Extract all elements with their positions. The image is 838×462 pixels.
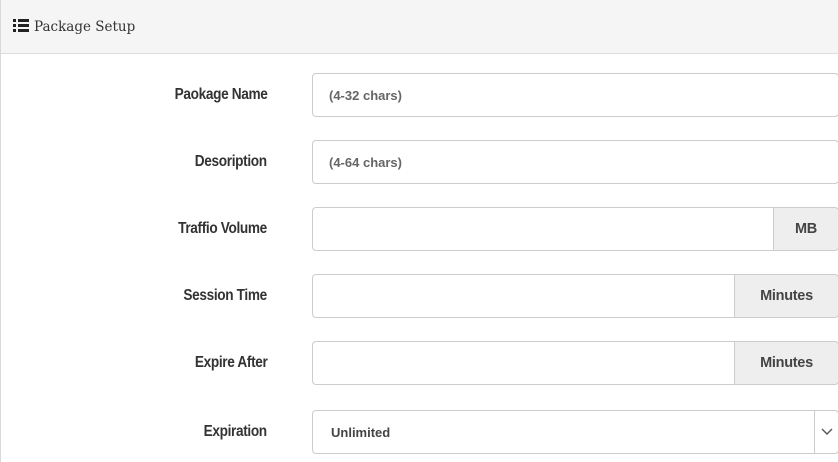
traffic-volume-unit: MB — [774, 207, 838, 251]
session-time-label: Session Time — [183, 287, 268, 304]
package-name-row: Paokage Name — [1, 73, 838, 117]
package-name-label: Paokage Name — [174, 86, 267, 103]
session-time-unit: Minutes — [735, 274, 838, 318]
description-label: Desoription — [195, 153, 267, 170]
session-time-input[interactable] — [312, 274, 735, 318]
list-icon — [13, 19, 29, 32]
session-time-row: Session Time Minutes — [1, 274, 838, 318]
expiration-select[interactable]: Unlimited — [312, 410, 838, 454]
traffic-volume-label: Traffio Volume — [178, 220, 267, 237]
package-name-input[interactable] — [312, 73, 838, 117]
traffic-volume-input[interactable] — [312, 207, 774, 251]
traffic-volume-row: Traffio Volume MB — [1, 207, 838, 251]
package-setup-panel: Package Setup Paokage Name Desoription T… — [0, 0, 838, 462]
description-input[interactable] — [312, 140, 838, 184]
expiration-row: Expiration Unlimited — [1, 410, 838, 454]
expiration-selected-value: Unlimited — [331, 424, 391, 440]
panel-header: Package Setup — [1, 0, 838, 54]
panel-title: Package Setup — [34, 18, 136, 35]
expire-after-unit: Minutes — [735, 341, 838, 385]
chevron-down-icon[interactable] — [814, 411, 838, 453]
expire-after-row: Expire After Minutes — [1, 341, 838, 385]
description-row: Desoription — [1, 140, 838, 184]
expire-after-label: Expire After — [194, 354, 267, 371]
expiration-label: Expiration — [203, 423, 268, 440]
expire-after-input[interactable] — [312, 341, 735, 385]
